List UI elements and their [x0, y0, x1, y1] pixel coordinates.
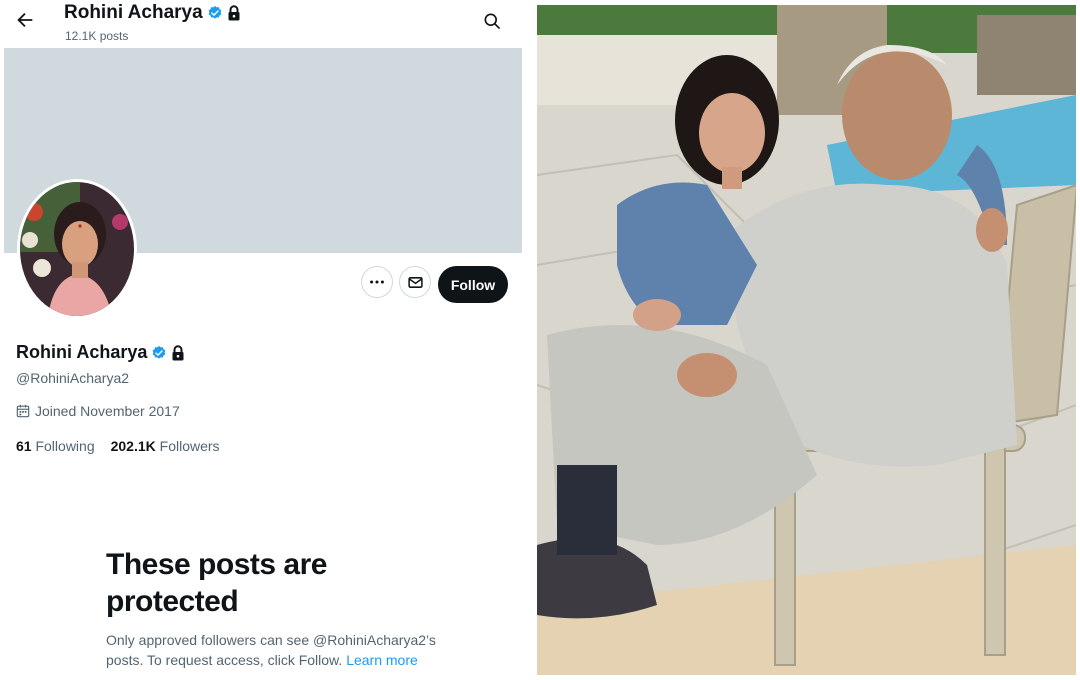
follow-stats: 61 Following 202.1K Followers — [16, 438, 220, 454]
following-label: Following — [35, 438, 95, 454]
profile-header-bar: Rohini Acharya 12.1K posts — [0, 0, 530, 48]
lock-icon — [228, 5, 240, 21]
display-name: Rohini Acharya — [16, 342, 148, 362]
back-button[interactable] — [14, 9, 36, 31]
followers-label: Followers — [159, 438, 220, 454]
profile-panel: Rohini Acharya 12.1K posts Follow Rohini… — [0, 0, 530, 680]
header-name: Rohini Acharya — [64, 2, 203, 23]
arrow-left-icon — [17, 12, 33, 28]
verified-badge-icon — [208, 6, 222, 19]
follow-button[interactable]: Follow — [438, 266, 508, 303]
news-photo — [537, 5, 1076, 675]
followers-count: 202.1K — [110, 438, 156, 454]
header-title: Rohini Acharya — [64, 2, 241, 24]
following-link[interactable]: 61 Following — [16, 438, 95, 454]
lock-icon — [172, 344, 184, 360]
photo-illustration — [537, 5, 1076, 675]
following-count: 61 — [16, 438, 32, 454]
verified-badge-icon — [153, 345, 166, 359]
search-button[interactable] — [482, 11, 502, 31]
calendar-icon — [16, 404, 30, 418]
more-icon — [370, 280, 384, 284]
followers-link[interactable]: 202.1K Followers — [111, 438, 220, 454]
profile-name: Rohini Acharya — [16, 342, 185, 363]
avatar[interactable] — [17, 179, 137, 319]
message-button[interactable] — [399, 266, 431, 298]
search-icon — [484, 13, 500, 29]
join-date-text: Joined November 2017 — [35, 403, 180, 419]
profile-handle: @RohiniAcharya2 — [16, 370, 130, 386]
mail-icon — [407, 276, 423, 288]
learn-more-link[interactable]: Learn more — [346, 652, 418, 668]
protected-title: These posts are protected — [106, 548, 327, 618]
avatar-photo — [20, 182, 134, 316]
join-date: Joined November 2017 — [16, 403, 180, 419]
more-button[interactable] — [361, 266, 393, 298]
post-count: 12.1K posts — [65, 29, 129, 43]
protected-message: Only approved followers can see @RohiniA… — [106, 630, 436, 670]
